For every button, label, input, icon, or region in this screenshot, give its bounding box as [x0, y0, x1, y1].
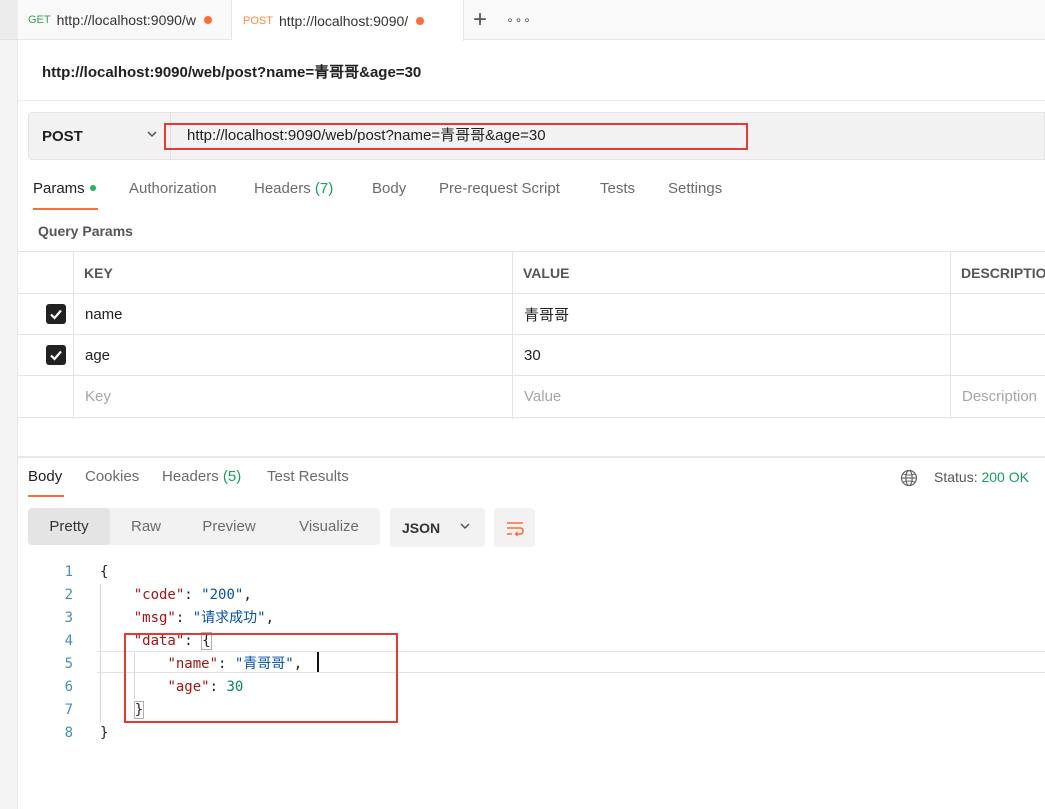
code-text: "msg": "请求成功", [133, 610, 275, 626]
tab-params[interactable]: Params [33, 180, 96, 197]
json-key: "msg" [133, 610, 176, 626]
tab-url: http://localhost:9090/ [278, 12, 409, 29]
unsaved-dot-icon [203, 16, 212, 24]
method-select[interactable]: POST [29, 113, 171, 159]
response-divider[interactable] [18, 456, 1045, 458]
tab-tests[interactable]: Tests [600, 180, 635, 197]
json-string: "请求成功" [192, 610, 266, 626]
line-number: 7 [64, 702, 73, 718]
json-string: "200" [201, 587, 244, 603]
view-pretty-button[interactable]: Pretty [28, 508, 110, 545]
param-checkbox[interactable] [46, 294, 66, 334]
wrap-lines-icon [506, 521, 524, 536]
tab-headers[interactable]: Headers (7) [254, 180, 333, 197]
format-select[interactable]: JSON [390, 508, 485, 547]
status-label: Status: [934, 469, 978, 485]
json-key: "code" [133, 587, 185, 603]
active-tab-underline [33, 208, 98, 210]
key-column-header: KEY [84, 264, 113, 281]
query-params-table: KEY VALUE DESCRIPTIO name 青哥哥 age 30 Key… [18, 251, 1045, 419]
table-header-row: KEY VALUE DESCRIPTIO [18, 252, 1045, 294]
new-key-input[interactable]: Key [85, 376, 111, 417]
line-number: 6 [64, 679, 73, 695]
line-number: 5 [64, 656, 73, 672]
line-number: 2 [64, 587, 73, 603]
tab-post-request[interactable]: POST http://localhost:9090/ [232, 0, 464, 41]
checkbox-checked-icon [46, 345, 66, 365]
more-tabs-icon[interactable]: ∘∘∘ [504, 0, 534, 40]
tab-headers-label: Headers [254, 180, 311, 197]
chevron-down-icon [460, 523, 470, 530]
tab-params-label: Params [33, 180, 85, 197]
line-number: 3 [64, 610, 73, 626]
view-preview-button[interactable]: Preview [188, 508, 270, 545]
sidebar-strip [0, 0, 18, 809]
wrap-lines-button[interactable] [494, 508, 535, 547]
active-tab-underline [28, 495, 64, 497]
code-punct: { [100, 564, 109, 580]
headers-count: (7) [314, 180, 334, 197]
tab-response-headers[interactable]: Headers (5) [162, 468, 241, 485]
param-value[interactable]: 30 [524, 335, 541, 375]
data-highlight-box [124, 633, 398, 723]
active-dot-icon [89, 185, 96, 192]
tab-url: http://localhost:9090/w [56, 12, 196, 28]
divider [18, 100, 1045, 101]
line-number: 8 [64, 725, 73, 741]
new-description-input[interactable]: Description [962, 376, 1037, 417]
param-key[interactable]: name [85, 294, 123, 334]
code-text: { [100, 561, 108, 584]
status-value[interactable]: 200 OK [981, 469, 1028, 485]
response-view-toggle: Pretty Raw Preview Visualize [28, 508, 380, 545]
param-value[interactable]: 青哥哥 [524, 294, 569, 334]
tab-prerequest-script[interactable]: Pre-request Script [439, 180, 560, 197]
line-number: 1 [64, 564, 73, 580]
query-params-title: Query Params [38, 223, 133, 239]
globe-icon[interactable] [900, 469, 918, 487]
tab-cookies[interactable]: Cookies [85, 468, 139, 485]
tab-response-headers-label: Headers [162, 468, 219, 485]
tab-settings[interactable]: Settings [668, 180, 722, 197]
view-raw-button[interactable]: Raw [110, 508, 182, 545]
tab-test-results[interactable]: Test Results [267, 468, 349, 485]
code-text: } [100, 722, 108, 745]
tab-authorization[interactable]: Authorization [129, 180, 217, 197]
url-highlight-box [164, 123, 748, 150]
sidebar-strip-top [0, 0, 18, 40]
checkbox-checked-icon [46, 304, 66, 324]
code-line: 1 { [18, 561, 1045, 584]
response-status: Status: 200 OK [934, 469, 1029, 485]
new-value-input[interactable]: Value [524, 376, 561, 417]
line-number: 4 [64, 633, 73, 649]
chevron-down-icon [147, 131, 157, 138]
format-label: JSON [402, 519, 441, 536]
param-checkbox[interactable] [46, 335, 66, 375]
tab-body[interactable]: Body [372, 180, 406, 197]
param-key[interactable]: age [85, 335, 110, 375]
table-row: name 青哥哥 [18, 294, 1045, 335]
request-name[interactable]: http://localhost:9090/web/post?name=青哥哥&… [42, 61, 421, 82]
response-headers-count: (5) [222, 468, 242, 485]
code-line: 8 } [18, 722, 1045, 745]
value-column-header: VALUE [523, 264, 570, 281]
code-line: 3 "msg": "请求成功", [18, 607, 1045, 630]
unsaved-dot-icon [416, 16, 425, 25]
table-row: age 30 [18, 335, 1045, 376]
request-tab-bar: GET http://localhost:9090/w POST http://… [18, 0, 1045, 41]
view-visualize-button[interactable]: Visualize [284, 508, 374, 545]
add-tab-icon[interactable]: + [462, 0, 498, 40]
method-label: POST [42, 127, 83, 145]
code-text: "code": "200", [133, 587, 252, 603]
tab-get-request[interactable]: GET http://localhost:9090/w [18, 0, 232, 40]
description-column-header: DESCRIPTIO [961, 264, 1045, 281]
tab-method: GET [28, 14, 51, 26]
tab-method: POST [243, 14, 273, 27]
tab-response-body[interactable]: Body [28, 468, 62, 485]
code-punct: } [100, 725, 109, 741]
table-row-empty: Key Value Description [18, 376, 1045, 418]
code-line: 2 "code": "200", [18, 584, 1045, 607]
